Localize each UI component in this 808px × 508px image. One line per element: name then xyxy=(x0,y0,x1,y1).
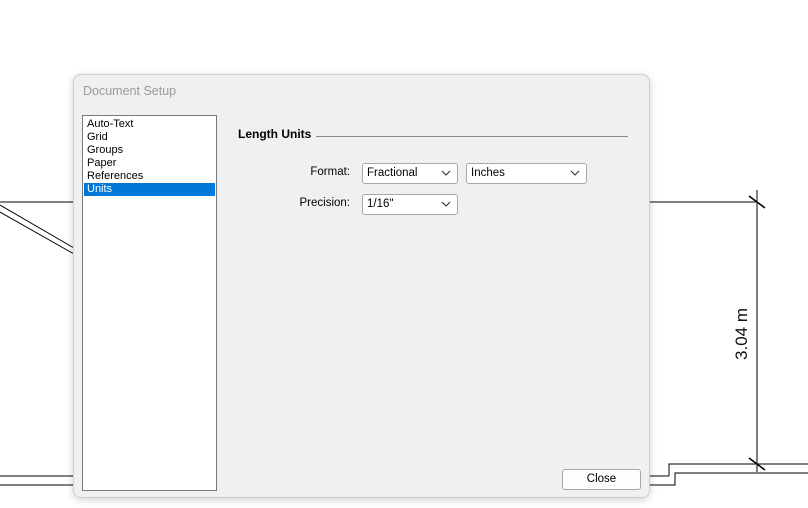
category-item-groups[interactable]: Groups xyxy=(84,144,215,157)
close-button[interactable]: Close xyxy=(562,469,641,490)
section-header: Length Units xyxy=(238,127,628,141)
category-item-units[interactable]: Units xyxy=(84,183,215,196)
wall-line xyxy=(650,472,808,486)
format-select-value: Fractional xyxy=(367,167,418,179)
precision-label: Precision: xyxy=(299,197,351,209)
document-setup-dialog: Document Setup Auto-Text Grid Groups Pap… xyxy=(73,74,650,498)
wall-line xyxy=(668,463,808,476)
precision-select[interactable]: 1/16" xyxy=(362,194,458,215)
dimension-label: 3.04 m xyxy=(732,308,751,360)
chevron-down-icon xyxy=(441,201,451,207)
chevron-down-icon xyxy=(441,170,451,176)
section-divider xyxy=(316,136,628,137)
wall-line xyxy=(0,204,75,249)
dialog-titlebar[interactable]: Document Setup xyxy=(74,75,649,107)
dialog-title: Document Setup xyxy=(83,84,177,98)
section-title: Length Units xyxy=(238,127,312,141)
category-item-grid[interactable]: Grid xyxy=(84,131,215,144)
chevron-down-icon xyxy=(570,170,580,176)
unit-select-value: Inches xyxy=(471,167,505,179)
drawing-canvas[interactable]: 3.04 m Document Setup Auto-Text Grid Gro… xyxy=(0,0,808,508)
category-item-references[interactable]: References xyxy=(84,170,215,183)
category-list[interactable]: Auto-Text Grid Groups Paper References U… xyxy=(82,115,217,491)
category-item-paper[interactable]: Paper xyxy=(84,157,215,170)
format-select[interactable]: Fractional xyxy=(362,163,458,184)
unit-select[interactable]: Inches xyxy=(466,163,587,184)
category-item-auto-text[interactable]: Auto-Text xyxy=(84,118,215,131)
precision-select-value: 1/16" xyxy=(367,198,394,210)
format-label: Format: xyxy=(310,166,350,178)
wall-line xyxy=(0,211,75,255)
